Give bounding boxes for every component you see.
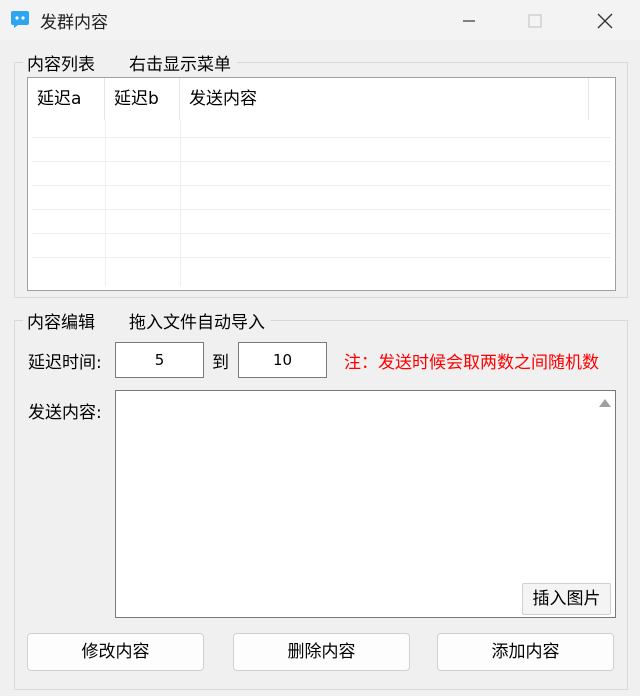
title-bar: 发群内容 bbox=[0, 0, 640, 40]
column-header-delay-b[interactable]: 延迟b bbox=[105, 78, 180, 120]
row-divider bbox=[32, 185, 611, 186]
column-header-delay-a[interactable]: 延迟a bbox=[28, 78, 105, 120]
row-divider bbox=[32, 161, 611, 162]
column-divider bbox=[105, 120, 106, 286]
add-content-button[interactable]: 添加内容 bbox=[437, 633, 614, 671]
right-click-hint: 右击显示菜单 bbox=[129, 55, 231, 75]
row-divider bbox=[32, 209, 611, 210]
random-delay-note: 注：发送时候会取两数之间随机数 bbox=[344, 353, 599, 373]
minimize-button[interactable] bbox=[446, 0, 492, 40]
send-content-label: 发送内容: bbox=[28, 403, 102, 423]
content-edit-legend: 内容编辑 拖入文件自动导入 bbox=[23, 308, 271, 333]
row-divider bbox=[32, 233, 611, 234]
modify-content-button[interactable]: 修改内容 bbox=[27, 633, 204, 671]
delay-min-input[interactable] bbox=[115, 342, 204, 378]
drag-file-hint: 拖入文件自动导入 bbox=[129, 313, 265, 333]
close-button[interactable] bbox=[582, 0, 628, 40]
list-header: 延迟a 延迟b 发送内容 bbox=[28, 78, 615, 120]
scroll-up-arrow-icon[interactable] bbox=[599, 399, 611, 407]
maximize-button[interactable] bbox=[512, 0, 558, 40]
window-title: 发群内容 bbox=[40, 13, 108, 33]
maximize-icon bbox=[528, 14, 542, 28]
to-label: 到 bbox=[212, 353, 229, 373]
close-icon bbox=[597, 13, 613, 29]
delete-content-button[interactable]: 删除内容 bbox=[233, 633, 410, 671]
minimize-icon bbox=[463, 20, 475, 22]
send-content-textarea[interactable]: 插入图片 bbox=[115, 390, 616, 618]
column-divider bbox=[180, 120, 181, 286]
content-list-legend: 内容列表 右击显示菜单 bbox=[23, 50, 237, 75]
row-divider bbox=[32, 257, 611, 258]
insert-image-button[interactable]: 插入图片 bbox=[522, 583, 611, 615]
content-edit-title: 内容编辑 bbox=[27, 313, 95, 333]
delay-time-label: 延迟时间: bbox=[28, 353, 102, 373]
app-logo-icon bbox=[11, 11, 29, 28]
delay-max-input[interactable] bbox=[238, 342, 327, 378]
content-list-title: 内容列表 bbox=[27, 55, 95, 75]
content-list-view[interactable]: 延迟a 延迟b 发送内容 bbox=[27, 77, 616, 291]
column-header-content[interactable]: 发送内容 bbox=[180, 78, 589, 120]
row-divider bbox=[32, 137, 611, 138]
